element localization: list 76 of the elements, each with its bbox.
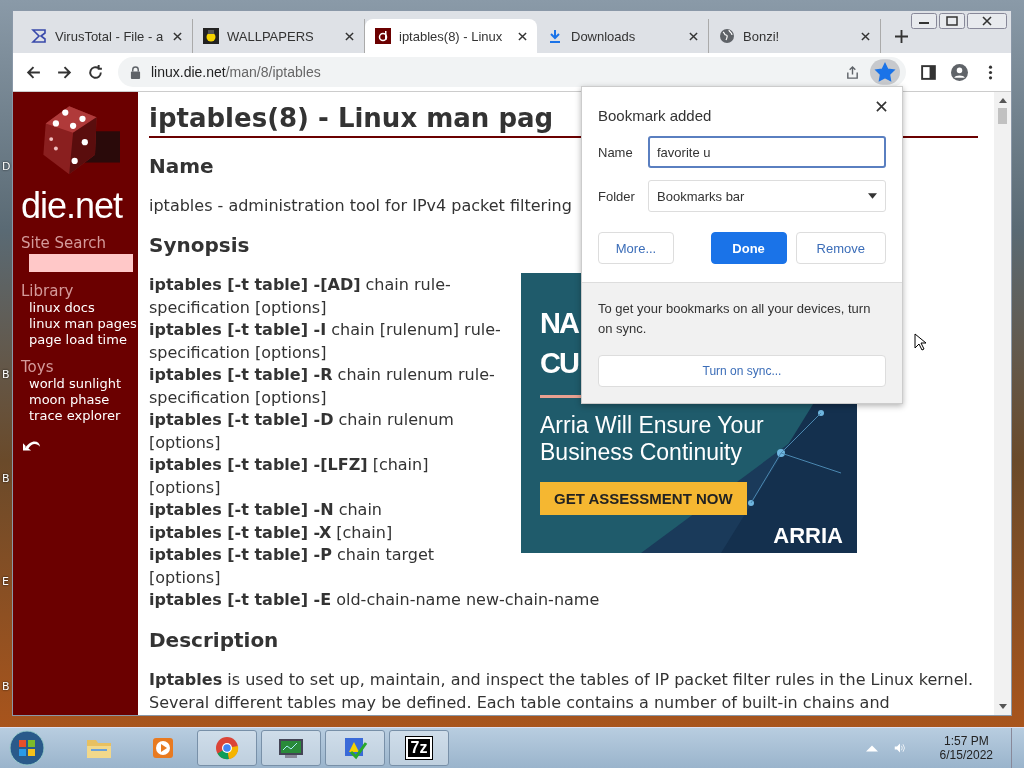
close-icon[interactable] [345,31,354,41]
dialog-button[interactable]: Remove [795,232,886,264]
folder-dropdown[interactable]: Bookmarks bar [648,180,886,212]
sidebar-link[interactable]: world sunlight [29,376,138,392]
mouse-pointer-icon [914,333,926,351]
clock[interactable]: 1:57 PM 6/15/2022 [939,734,993,762]
ad-button[interactable]: GET ASSESSMENT NOW [540,482,747,515]
scroll-up-icon[interactable] [998,97,1007,103]
desktop-icon-label: E [2,575,9,588]
field-label: Name [598,144,634,160]
address-bar[interactable]: linux.die.net/man/8/iptables [118,57,906,87]
close-icon[interactable] [861,31,870,41]
turn-on-sync-button[interactable]: Turn on sync... [598,355,886,387]
name-field[interactable]: favorite u [648,136,886,168]
desktop-icon-label: B [2,472,10,485]
browser-tab[interactable]: iptables(8) - Linux [365,19,537,53]
lock-icon [130,65,141,79]
side-panel-icon[interactable] [920,63,937,81]
section-heading: Name [149,154,214,178]
share-icon[interactable] [845,64,860,80]
close-icon[interactable] [967,13,1007,29]
monitor-icon [277,736,305,760]
dialog-button[interactable]: Done [710,232,787,264]
search-label: Site Search [21,234,108,252]
taskbar-app[interactable] [325,730,385,766]
scroll-down-icon[interactable] [998,704,1007,710]
synopsis-line: iptables [-t table] -X [chain] [149,521,393,544]
close-icon[interactable] [876,101,887,112]
close-icon[interactable] [689,31,698,41]
taskbar-app[interactable]: 7z [389,730,449,766]
sidebar-link[interactable]: linux docs [29,300,138,316]
sidebar-link[interactable]: page load time [29,332,138,348]
sidebar-link[interactable]: moon phase [29,392,138,408]
start-button[interactable] [9,730,45,766]
ad-brand: ARRIA [773,523,843,549]
archiver-logo: 7z [405,737,433,759]
paragraph: iptables - administration tool for IPv4 packet filtering [149,195,572,217]
scrollbar[interactable] [994,92,1011,715]
synopsis-line: iptables [-t table] -E old-chain-name new-chain-name [149,589,600,611]
page-title: iptables(8) - Linux man pag [149,102,554,135]
sidebar-link[interactable]: linux man pages [29,316,138,332]
desktop-icon-label: B [2,368,10,381]
ad-tagline: Arria Will Ensure Your Business Continuity [540,412,765,466]
die-icon [375,28,391,44]
caret-icon [868,193,877,199]
scrollbar-thumb[interactable] [998,108,1007,124]
globe-icon [719,28,735,44]
synopsis-line: iptables [-t table] -N chain [149,499,382,521]
section-heading: Synopsis [149,233,250,257]
desktop-icon-label: D [2,160,11,173]
figure-icon [203,28,219,44]
sidebar-link[interactable]: trace explorer [29,408,138,424]
section-heading: Toys [21,358,55,376]
close-icon[interactable] [518,31,527,41]
ad-headline: CU [540,346,578,381]
dialog-title: Bookmark added [598,107,712,124]
taskbar-app[interactable] [261,730,321,766]
reload-icon[interactable] [87,63,104,81]
desktop-icon-label: B [2,680,10,693]
site-logo[interactable]: die.net [21,188,138,224]
section-heading: Description [149,627,279,652]
section-heading: Library [21,282,75,300]
paragraph: Iptables is used to set up, maintain, and inspect the tables of IP packet filter rules in the Linux kernel. Several different tables may be defined. Each table contains a number of built-in chains and [149,668,975,714]
sigma-icon [31,28,47,44]
ad-headline: NA [540,306,578,341]
chrome-icon [213,736,241,760]
minimize-icon[interactable] [911,13,937,29]
dialog-button[interactable]: More... [598,232,674,264]
profile-icon[interactable] [951,63,968,81]
new-tab-icon[interactable] [895,30,908,43]
field-label: Folder [598,188,636,204]
close-icon[interactable] [173,31,182,41]
maximize-icon[interactable] [939,13,965,29]
download-icon [547,28,563,44]
taskbar-app[interactable] [197,730,257,766]
search-field[interactable] [29,254,133,272]
